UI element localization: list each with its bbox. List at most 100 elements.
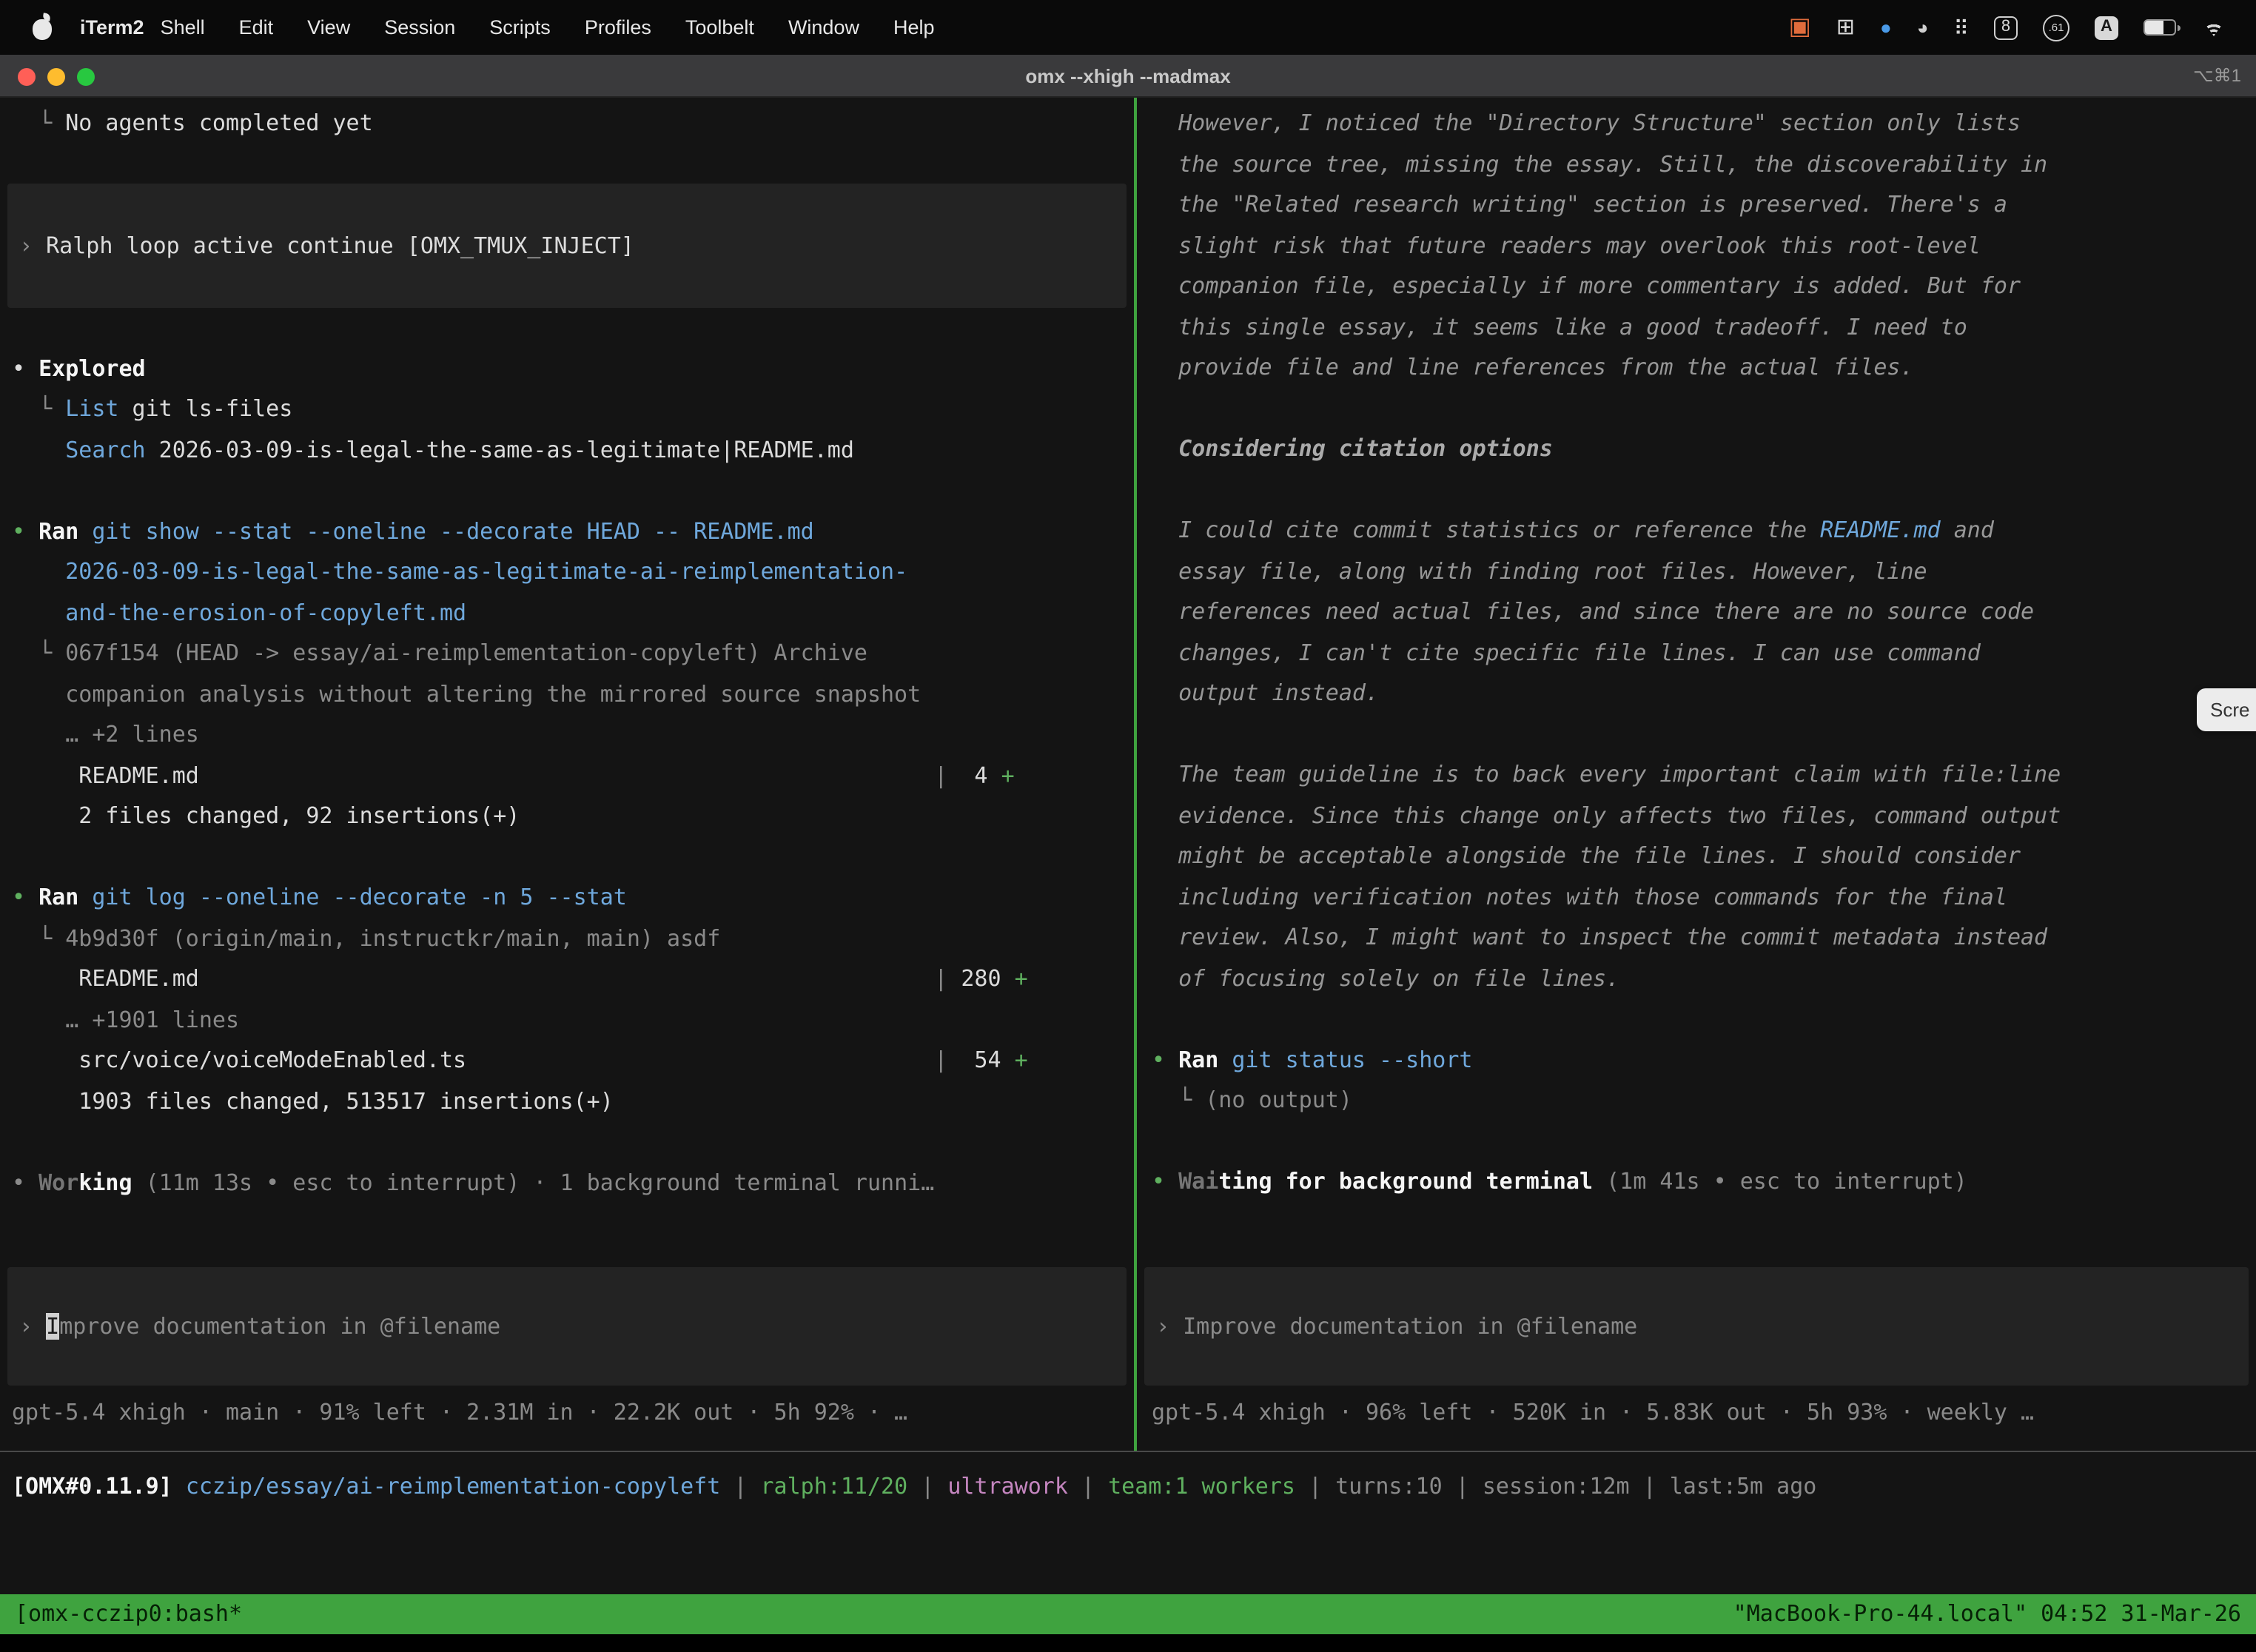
blank-line: [1137, 389, 2256, 429]
text-segment: companion analysis without altering the …: [12, 680, 921, 707]
omx-status-bar: [OMX#0.11.9] cczip/essay/ai-reimplementa…: [0, 1451, 2256, 1594]
menubar: iTerm2 Shell Edit View Session Scripts Profil…: [0, 0, 2256, 55]
text-segment: team:1 workers: [1108, 1473, 1295, 1500]
text-segment: +: [1015, 965, 1028, 992]
menu-shell[interactable]: Shell: [161, 16, 205, 38]
text-segment: git show --stat --oneline --decorate HEA…: [92, 517, 813, 544]
text-segment: •: [12, 1169, 38, 1195]
battery-icon[interactable]: [2143, 19, 2176, 36]
text-segment: evidence. Since this change only affects…: [1152, 802, 2061, 828]
text-segment: Explored: [38, 355, 146, 381]
text-segment: of focusing solely on file lines.: [1152, 964, 1619, 991]
text-segment: [78, 517, 92, 544]
menu-scripts[interactable]: Scripts: [489, 16, 551, 38]
text-segment: └: [12, 110, 65, 136]
menu-view[interactable]: View: [307, 16, 350, 38]
terminal-line: including verification notes with those …: [1137, 877, 2256, 918]
tmux-session-label: [omx-cczip0:bash*: [15, 1594, 242, 1634]
text-segment: Improve documentation in @filename: [1183, 1313, 1637, 1340]
menu-edit[interactable]: Edit: [239, 16, 274, 38]
terminal-line: README.md | 280 +: [0, 959, 1134, 1000]
terminal-line: companion analysis without altering the …: [0, 674, 1134, 715]
terminal-line: • Ran git show --stat --oneline --decora…: [0, 511, 1134, 552]
menu-toolbelt[interactable]: Toolbelt: [685, 16, 754, 38]
terminal-line: provide file and line references from th…: [1137, 348, 2256, 389]
terminal-line: the "Related research writing" section i…: [1137, 185, 2256, 226]
terminal-line: 2 files changed, 92 insertions(+): [0, 796, 1134, 837]
text-segment: No agents completed yet: [65, 110, 372, 136]
text-segment: Ran: [38, 517, 78, 544]
left-terminal-pane[interactable]: └ No agents completed yet › Ralph loop ac…: [0, 98, 1137, 1451]
text-segment: The team guideline is to back every impo…: [1152, 761, 2061, 788]
text-segment: •: [12, 884, 38, 910]
text-segment: king: [78, 1169, 132, 1195]
text-segment: the source tree, missing the essay. Stil…: [1152, 150, 2047, 177]
blue-app-icon[interactable]: ●: [1880, 18, 1892, 37]
text-segment: mprove documentation in @filename: [59, 1313, 500, 1340]
text-segment: git log --oneline --decorate -n 5 --stat: [92, 884, 626, 910]
text-segment: changes, I can't cite specific file line…: [1152, 639, 1981, 665]
tmux-panes: └ No agents completed yet › Ralph loop ac…: [0, 98, 2256, 1451]
text-segment: •: [12, 355, 38, 381]
terminal-line: Search 2026-03-09-is-legal-the-same-as-l…: [0, 430, 1134, 471]
text-segment: List: [65, 395, 118, 422]
text-segment: Ran: [1178, 1046, 1218, 1072]
menubar-status-icons: ▣ ⊞ ● ◕ ⠿ 8 .61 A: [1789, 14, 2235, 41]
terminal-line: Considering citation options: [1137, 429, 2256, 470]
right-model-status: gpt-5.4 xhigh · 96% left · 520K in · 5.8…: [1152, 1392, 2034, 1433]
right-prompt-input[interactable]: › Improve documentation in @filename: [1144, 1267, 2249, 1386]
terminal-line: of focusing solely on file lines.: [1137, 958, 2256, 999]
text-segment: •: [12, 517, 38, 544]
terminal-line: output instead.: [1137, 674, 2256, 714]
left-prompt-input[interactable]: › Improve documentation in @filename: [7, 1267, 1127, 1386]
apple-menu-icon[interactable]: [33, 19, 52, 39]
text-cursor: I: [46, 1313, 59, 1340]
menu-profiles[interactable]: Profiles: [585, 16, 651, 38]
window-title: omx --xhigh --madmax: [0, 55, 2256, 98]
text-segment: gpt-5.4 xhigh · main · 91% left · 2.31M …: [12, 1398, 907, 1425]
screen-recording-indicator[interactable]: ▣: [1789, 16, 1811, 39]
blank-line: [1137, 1121, 2256, 1162]
wifi-icon[interactable]: [2201, 19, 2226, 36]
text-segment: 4: [947, 762, 1001, 788]
text-segment: git ls-files: [119, 395, 293, 422]
text-segment: I could cite commit statistics or refere…: [1152, 517, 1820, 543]
text-segment: [78, 884, 92, 910]
gauge-icon[interactable]: .61: [2043, 14, 2069, 41]
text-segment: Search: [65, 436, 145, 463]
right-terminal-pane[interactable]: However, I noticed the "Directory Struct…: [1137, 98, 2256, 1451]
ralph-inject-panel: › Ralph loop active continue [OMX_TMUX_I…: [7, 183, 1127, 307]
blank-line: [0, 837, 1134, 878]
terminal-line: changes, I can't cite specific file line…: [1137, 633, 2256, 674]
text-segment: (1m 41s • esc to interrupt): [1593, 1168, 1967, 1195]
text-segment: essay file, along with finding root file…: [1152, 557, 1927, 584]
dark-app-icon[interactable]: ◕: [1917, 18, 1929, 37]
text-segment: (11m 13s • esc to interrupt) · 1 backgro…: [132, 1169, 935, 1195]
apps-grid-icon[interactable]: ⠿: [1953, 17, 1969, 38]
text-segment: |: [1068, 1473, 1108, 1500]
text-segment: |: [934, 762, 947, 788]
text-segment: Wor: [38, 1169, 78, 1195]
window-grid-icon[interactable]: ⊞: [1836, 16, 1855, 38]
terminal-line: review. Also, I might want to inspect th…: [1137, 918, 2256, 958]
menubar-app-name[interactable]: iTerm2: [80, 16, 144, 38]
text-segment: (no output): [1205, 1087, 1352, 1113]
menu-session[interactable]: Session: [384, 16, 455, 38]
keystroke-counter-icon[interactable]: 8: [1994, 16, 2018, 39]
input-source-icon[interactable]: A: [2095, 16, 2118, 39]
text-segment: output instead.: [1152, 679, 1379, 706]
terminal-line: this single essay, it seems like a good …: [1137, 307, 2256, 348]
text-segment: +: [1001, 762, 1015, 788]
blank-line: [1137, 470, 2256, 511]
menu-help[interactable]: Help: [893, 16, 935, 38]
text-segment: |: [907, 1473, 947, 1500]
terminal-line: └ List git ls-files: [0, 389, 1134, 430]
text-segment: +: [1015, 1047, 1028, 1073]
terminal-line: • Waiting for background terminal (1m 41…: [1137, 1162, 2256, 1203]
blank-line: [1137, 714, 2256, 755]
terminal-line: slight risk that future readers may over…: [1137, 226, 2256, 266]
menu-window[interactable]: Window: [788, 16, 859, 38]
text-segment: 2 files changed, 92 insertions(+): [12, 802, 520, 829]
text-segment: … +2 lines: [12, 721, 199, 748]
terminal-line: └ (no output): [1137, 1081, 2256, 1121]
